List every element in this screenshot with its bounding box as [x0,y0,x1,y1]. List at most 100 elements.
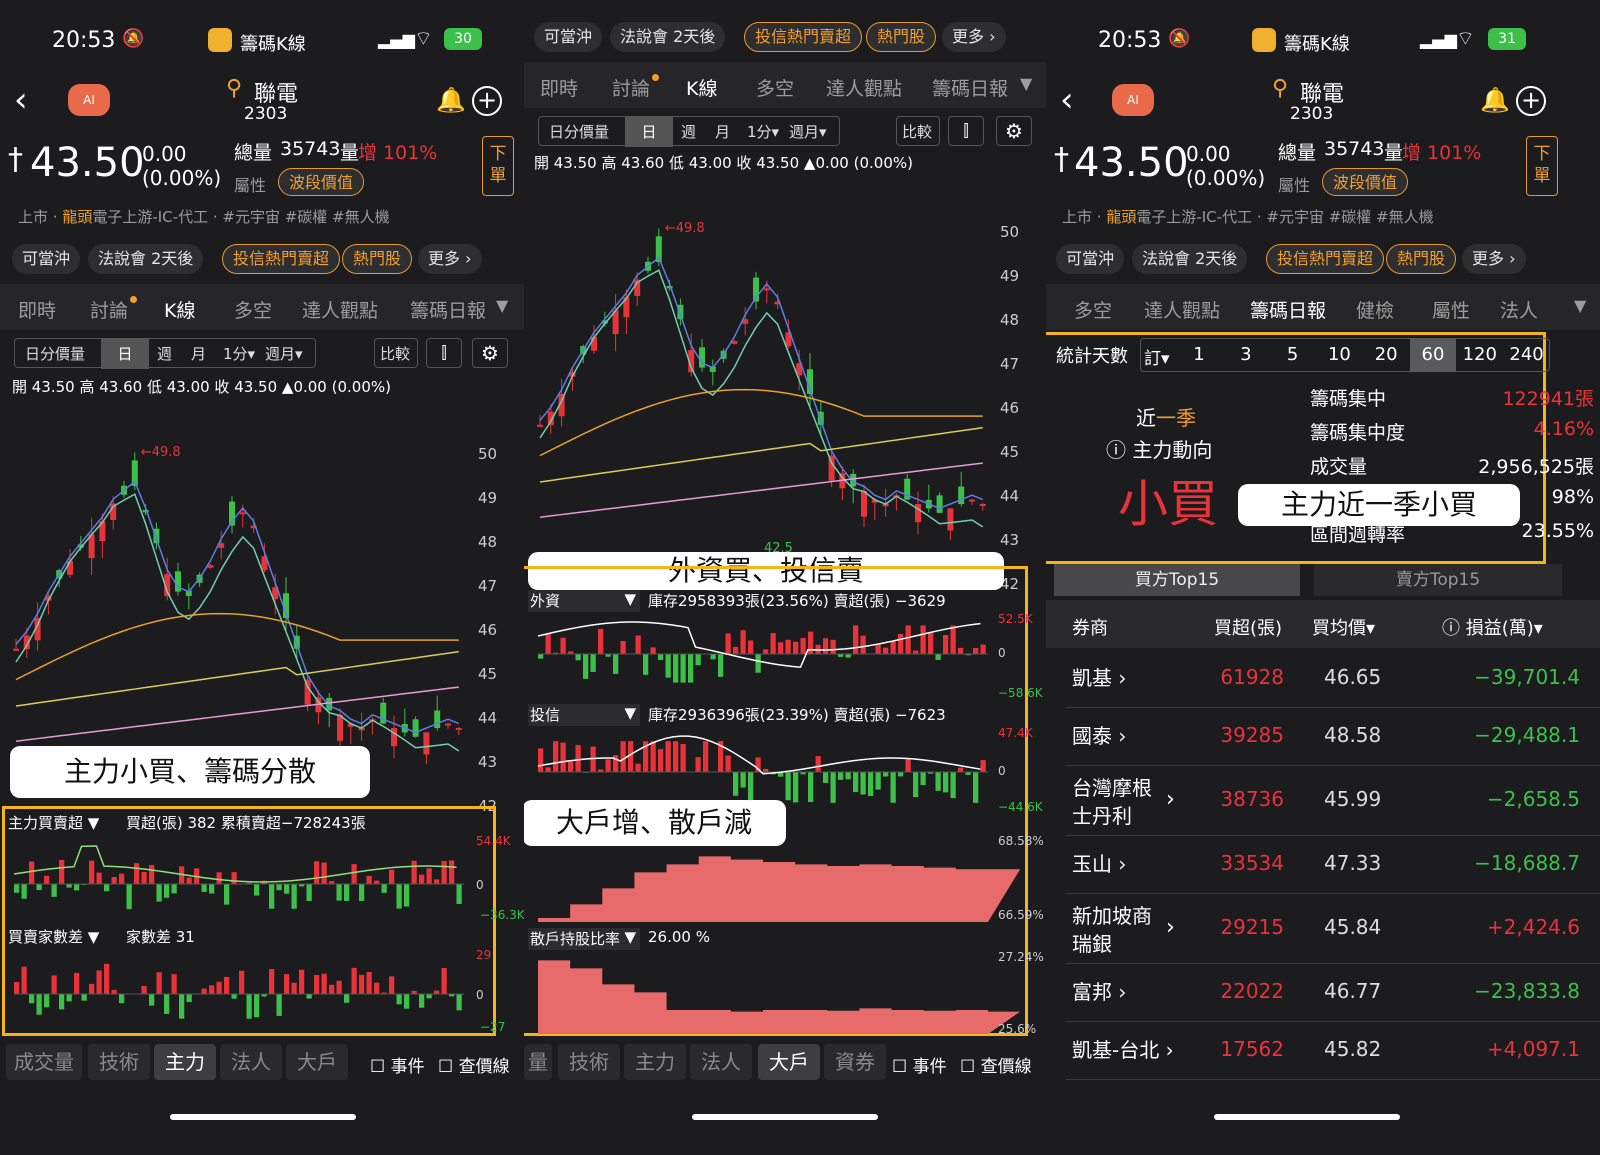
broker-diff-indicator[interactable]: 買賣家數差 ▼ [8,926,99,947]
btm-main-force[interactable]: 主力 [624,1044,686,1080]
tab-legal[interactable]: 法人 [1500,296,1538,323]
more-pill[interactable]: 更多 › [1462,244,1526,274]
table-row[interactable]: 玉山 › 33534 47.33 −18,688.7 [1046,836,1600,894]
tab-expert[interactable]: 達人觀點 [1144,296,1220,323]
price-line-checkbox[interactable]: ☐ 查價線 [438,1052,510,1077]
add-icon[interactable]: + [472,86,502,116]
table-row[interactable]: 新加坡商 瑞銀 › 29215 45.84 +2,424.6 [1046,894,1600,964]
table-row[interactable]: 富邦 › 22022 46.77 −23,833.8 [1046,964,1600,1022]
btm-margin[interactable]: 資券 [824,1044,886,1080]
btm-institutional[interactable]: 法人 [690,1044,752,1080]
tab-realtime[interactable]: 即時 [540,74,578,101]
tab-realtime[interactable]: 即時 [18,296,56,323]
daytrade-pill[interactable]: 可當沖 [534,22,603,52]
bell-icon[interactable]: 🔔 [1480,86,1510,114]
btm-major[interactable]: 大戶 [286,1044,348,1080]
days-option-60[interactable]: 60 [1410,338,1456,372]
btm-technical[interactable]: 技術 [88,1044,150,1080]
tab-expert[interactable]: 達人觀點 [302,296,378,323]
table-row[interactable]: 凱基-台北 › 17562 45.82 +4,097.1 [1046,1022,1600,1080]
order-button[interactable]: 下單 [1526,136,1558,196]
tabs-expand-icon[interactable]: ▼ [1574,296,1586,315]
foreign-indicator[interactable]: 外資 ▼ [528,590,640,612]
tab-discussion[interactable]: 討論 [612,74,650,101]
hot-stock-pill[interactable]: 熱門股 [1386,244,1457,274]
bell-icon[interactable]: 🔔 [436,86,466,114]
ai-robot-icon[interactable]: AI [1112,84,1154,116]
daytrade-pill[interactable]: 可當沖 [12,244,81,274]
daytrade-pill[interactable]: 可當沖 [1056,244,1125,274]
tab-expert[interactable]: 達人觀點 [826,74,902,101]
trust-sell-pill[interactable]: 投信熱門賣超 [744,22,863,52]
tab-attribute[interactable]: 屬性 [1432,296,1470,323]
tab-kline[interactable]: K線 [686,74,717,101]
trust-indicator[interactable]: 投信 ▼ [528,704,640,726]
sell-top15-tab[interactable]: 賣方Top15 [1314,564,1562,596]
btm-main-force[interactable]: 主力 [154,1044,216,1080]
back-icon[interactable]: ‹ [1060,80,1074,120]
price-line-checkbox[interactable]: ☐ 查價線 [960,1052,1032,1077]
days-option-240[interactable]: 240 [1504,338,1550,372]
days-option-120[interactable]: 120 [1457,338,1503,372]
back-icon[interactable]: ‹ [14,80,28,120]
conference-pill[interactable]: 法說會 2天後 [88,244,204,274]
tab-chip-daily[interactable]: 籌碼日報 [932,74,1008,101]
main-force-flow-label[interactable]: ⓘ 主力動向 [1106,434,1212,463]
compare-button[interactable]: 比較 [896,116,940,146]
indicator-add-icon[interactable]: ⫿ [948,116,984,146]
more-pill[interactable]: 更多 › [418,244,482,274]
btm-major[interactable]: 大戶 [758,1044,820,1080]
settings-icon[interactable]: ⚙ [996,116,1032,146]
indicator-add-icon[interactable]: ⫿ [426,338,462,368]
buy-top15-tab[interactable]: 買方Top15 [1054,564,1300,596]
wave-value-button[interactable]: 波段價值 [278,168,365,196]
days-option-10[interactable]: 10 [1316,338,1362,372]
tabs-expand-icon[interactable]: ▼ [1020,74,1032,93]
tab-chip-daily[interactable]: 籌碼日報 [410,296,486,323]
add-icon[interactable]: + [1516,86,1546,116]
weekmonth-button[interactable]: 週月▾ [789,117,827,147]
days-option-20[interactable]: 20 [1363,338,1409,372]
week-button[interactable]: 週 [157,339,172,369]
month-button[interactable]: 月 [715,117,730,147]
compare-button[interactable]: 比較 [374,338,418,368]
main-force-indicator[interactable]: 主力買賣超 ▼ [8,812,99,833]
search-icon[interactable]: ⚲ [226,76,242,101]
trust-sell-pill[interactable]: 投信熱門賣超 [222,244,341,274]
col-profit-loss[interactable]: ⓘ 損益(萬)▾ [1442,614,1543,640]
hot-stock-pill[interactable]: 熱門股 [866,22,937,52]
btm-institutional[interactable]: 法人 [220,1044,282,1080]
settings-icon[interactable]: ⚙ [472,338,508,368]
table-row[interactable]: 凱基 › 61928 46.65 −39,701.4 [1046,650,1600,708]
minute-volume-button[interactable]: 日分價量 [549,117,609,147]
search-icon[interactable]: ⚲ [1272,76,1288,101]
table-row[interactable]: 國泰 › 39285 48.58 −29,488.1 [1046,708,1600,766]
trust-sell-pill[interactable]: 投信熱門賣超 [1266,244,1385,274]
tab-chip-daily[interactable]: 籌碼日報 [1250,296,1326,323]
days-option-5[interactable]: 5 [1270,338,1316,372]
tab-bullbear[interactable]: 多空 [234,296,272,323]
month-button[interactable]: 月 [191,339,206,369]
tabs-expand-icon[interactable]: ▼ [496,296,508,315]
tab-kline[interactable]: K線 [164,296,195,323]
more-pill[interactable]: 更多 › [942,22,1006,52]
tab-health[interactable]: 健檢 [1356,296,1394,323]
btm-volume[interactable]: 成交量 [6,1044,82,1080]
retail-indicator[interactable]: 散戶持股比率 ▼ [528,928,640,950]
order-button[interactable]: 下單 [482,136,514,196]
1min-button[interactable]: 1分▾ [223,339,255,369]
conference-pill[interactable]: 法說會 2天後 [610,22,726,52]
event-checkbox[interactable]: ☐ 事件 [370,1052,425,1077]
days-option-3[interactable]: 3 [1223,338,1269,372]
conference-pill[interactable]: 法說會 2天後 [1132,244,1248,274]
day-button[interactable]: 日 [101,339,149,369]
btm-volume[interactable]: 量 [524,1044,552,1080]
hot-stock-pill[interactable]: 熱門股 [342,244,413,274]
custom-days-button[interactable]: 訂▾ [1144,344,1170,369]
minute-volume-button[interactable]: 日分價量 [25,339,85,369]
col-avg-price[interactable]: 買均價▾ [1312,614,1375,640]
ai-robot-icon[interactable]: AI [68,84,110,116]
btm-technical[interactable]: 技術 [558,1044,620,1080]
days-option-1[interactable]: 1 [1176,338,1222,372]
1min-button[interactable]: 1分▾ [747,117,779,147]
